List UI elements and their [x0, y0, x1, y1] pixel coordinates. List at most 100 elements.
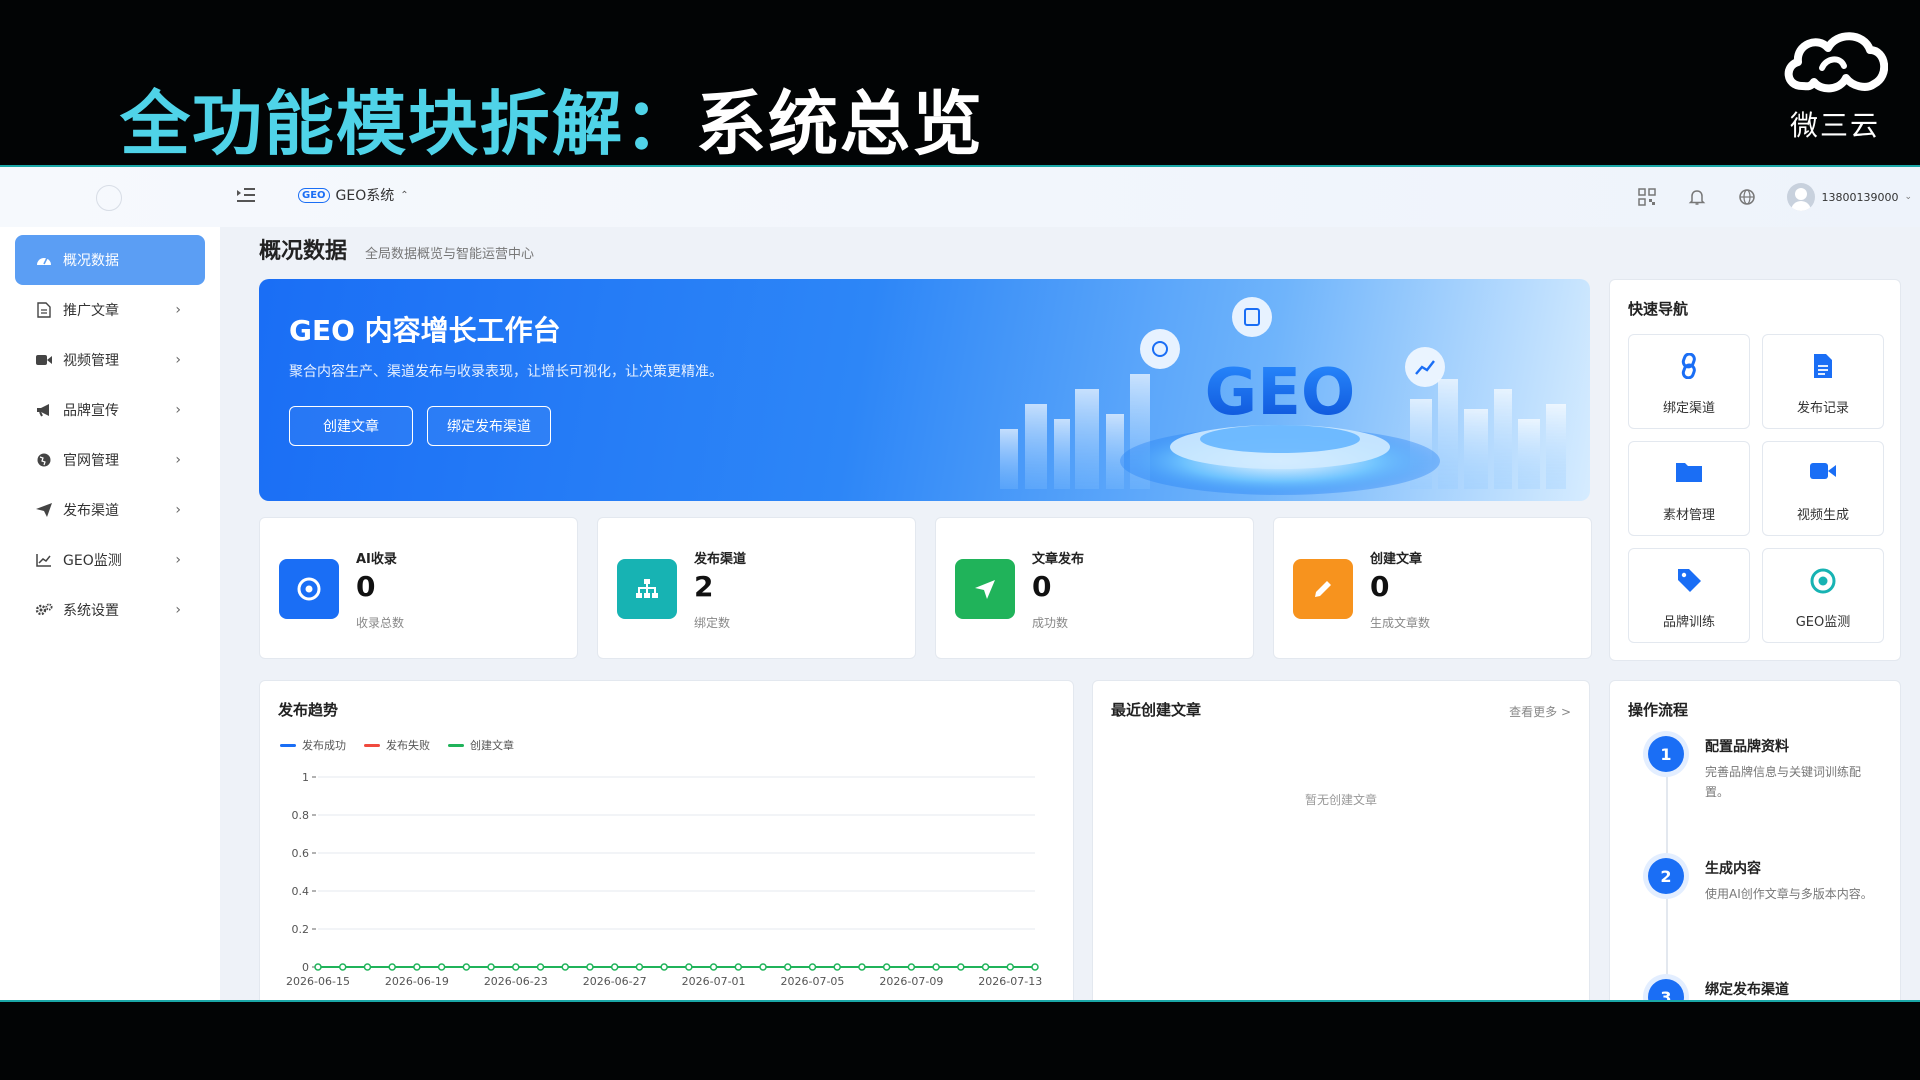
quick-geo-monitor-button[interactable]: GEO监测: [1762, 548, 1884, 643]
video-camera-icon: [1763, 460, 1883, 490]
chevron-up-icon: ⌃: [400, 189, 409, 201]
chevron-down-icon: ⌄: [1904, 192, 1912, 202]
cloud-logo-icon: [1784, 32, 1888, 93]
step-title: 绑定发布渠道: [1705, 982, 1789, 998]
data-point: [462, 963, 471, 971]
data-point: [610, 963, 619, 971]
globe-icon: [35, 453, 53, 467]
hero-banner: GEO 内容增长工作台 聚合内容生产、渠道发布与收录表现，让增长可视化，让决策更…: [259, 279, 1590, 501]
sidebar-item-overview[interactable]: 概况数据: [15, 235, 205, 285]
chevron-right-icon: ›: [175, 602, 181, 618]
stat-label: 发布渠道: [694, 552, 747, 567]
quick-label: 品牌训练: [1662, 615, 1715, 630]
geo-badge: GEO: [298, 187, 330, 203]
data-point: [635, 963, 644, 971]
app-window: GEO GEO系统 ⌃ 13800139000 ⌄ 概况数据 推广文章 › 视频…: [0, 167, 1920, 1000]
link-icon: [1629, 353, 1749, 383]
stat-sub: 成功数: [1032, 616, 1069, 630]
chevron-right-icon: ›: [175, 352, 181, 368]
data-point: [314, 963, 322, 971]
sidebar-item-label: GEO监测: [63, 553, 122, 569]
data-point: [734, 963, 743, 971]
system-switcher[interactable]: GEO GEO系统 ⌃: [298, 185, 409, 205]
sidebar-item-video[interactable]: 视频管理 ›: [15, 335, 205, 385]
banner-description: 聚合内容生产、渠道发布与收录表现，让增长可视化，让决策更精准。: [289, 364, 723, 380]
data-point: [413, 963, 421, 971]
step-desc: 完善品牌信息与关键词训练配置。: [1705, 765, 1862, 799]
data-point: [759, 963, 767, 971]
step-number: 3: [1648, 979, 1684, 1000]
quick-publish-log-button[interactable]: 发布记录: [1762, 334, 1884, 429]
data-point: [586, 963, 594, 971]
geo-big-text: GEO: [1205, 356, 1356, 430]
x-tick-label: 2026-07-13: [978, 975, 1042, 988]
y-tick-label: 1: [302, 771, 309, 784]
sidebar-item-label: 发布渠道: [63, 503, 119, 519]
create-article-button[interactable]: 创建文章: [289, 406, 413, 446]
quick-label: 绑定渠道: [1662, 401, 1715, 416]
brand-logo: 微三云: [1780, 28, 1890, 142]
sidebar-item-settings[interactable]: 系统设置 ›: [15, 585, 205, 635]
step-number: 1: [1648, 736, 1684, 772]
stat-card-channels: 发布渠道 2 绑定数: [597, 517, 916, 659]
sidebar-item-label: 视频管理: [63, 353, 119, 369]
x-tick-label: 2026-06-23: [484, 975, 548, 988]
sidebar-item-label: 概况数据: [63, 253, 119, 269]
step-title: 配置品牌资料: [1705, 739, 1789, 755]
process-title: 操作流程: [1628, 701, 1689, 719]
sidebar-item-articles[interactable]: 推广文章 ›: [15, 285, 205, 335]
folder-icon: [1629, 460, 1749, 490]
line-chart-icon: [35, 553, 53, 567]
tag-icon: [1629, 567, 1749, 597]
quick-material-button[interactable]: 素材管理: [1628, 441, 1750, 536]
user-menu[interactable]: 13800139000 ⌄: [1787, 183, 1912, 211]
step-number: 2: [1648, 858, 1684, 894]
data-point: [1006, 963, 1015, 971]
megaphone-icon: [35, 403, 53, 417]
data-point: [833, 963, 841, 971]
data-point: [784, 963, 792, 971]
data-point: [907, 963, 916, 971]
data-point: [437, 963, 446, 971]
stat-sub: 收录总数: [356, 616, 405, 630]
stat-label: 文章发布: [1032, 552, 1085, 567]
sidebar-item-label: 品牌宣传: [63, 403, 119, 419]
data-point: [858, 963, 866, 971]
sidebar-item-label: 官网管理: [63, 453, 119, 469]
x-tick-label: 2026-07-01: [682, 975, 746, 988]
chevron-right-icon: ›: [175, 452, 181, 468]
slide-title-part2: 系统总览: [696, 83, 984, 165]
chevron-right-icon: ›: [175, 502, 181, 518]
y-tick-label: 0.8: [292, 809, 310, 822]
x-tick-label: 2026-06-15: [286, 975, 350, 988]
y-tick-label: 0.6: [292, 847, 310, 860]
y-tick-label: 0.4: [292, 885, 310, 898]
stat-sub: 生成文章数: [1370, 616, 1431, 630]
quick-bind-channel-button[interactable]: 绑定渠道: [1628, 334, 1750, 429]
sidebar-item-channels[interactable]: 发布渠道 ›: [15, 485, 205, 535]
username: 13800139000: [1821, 190, 1899, 204]
sidebar-item-label: 系统设置: [63, 603, 119, 619]
menu-toggle-icon[interactable]: [236, 187, 256, 208]
qrcode-icon[interactable]: [1637, 187, 1657, 207]
data-point: [709, 963, 718, 971]
data-point: [882, 963, 891, 971]
quick-brand-training-button[interactable]: 品牌训练: [1628, 548, 1750, 643]
globe-icon[interactable]: [1737, 187, 1757, 207]
sidebar-item-brand[interactable]: 品牌宣传 ›: [15, 385, 205, 435]
sidebar-item-geo-monitor[interactable]: GEO监测 ›: [15, 535, 205, 585]
x-tick-label: 2026-07-09: [879, 975, 943, 988]
bell-icon[interactable]: [1687, 187, 1707, 207]
document-icon: [35, 302, 53, 318]
x-tick-label: 2026-06-19: [385, 975, 449, 988]
sidebar-item-website[interactable]: 官网管理 ›: [15, 435, 205, 485]
quick-video-button[interactable]: 视频生成: [1762, 441, 1884, 536]
data-point: [388, 963, 396, 971]
target-icon: [279, 559, 339, 619]
chevron-right-icon: ›: [175, 402, 181, 418]
quick-label: 发布记录: [1796, 401, 1849, 416]
top-header: GEO GEO系统 ⌃ 13800139000 ⌄: [0, 167, 1920, 227]
view-more-link[interactable]: 查看更多 >: [1509, 703, 1571, 720]
bind-channel-button[interactable]: 绑定发布渠道: [427, 406, 551, 446]
quick-label: 视频生成: [1796, 508, 1849, 523]
